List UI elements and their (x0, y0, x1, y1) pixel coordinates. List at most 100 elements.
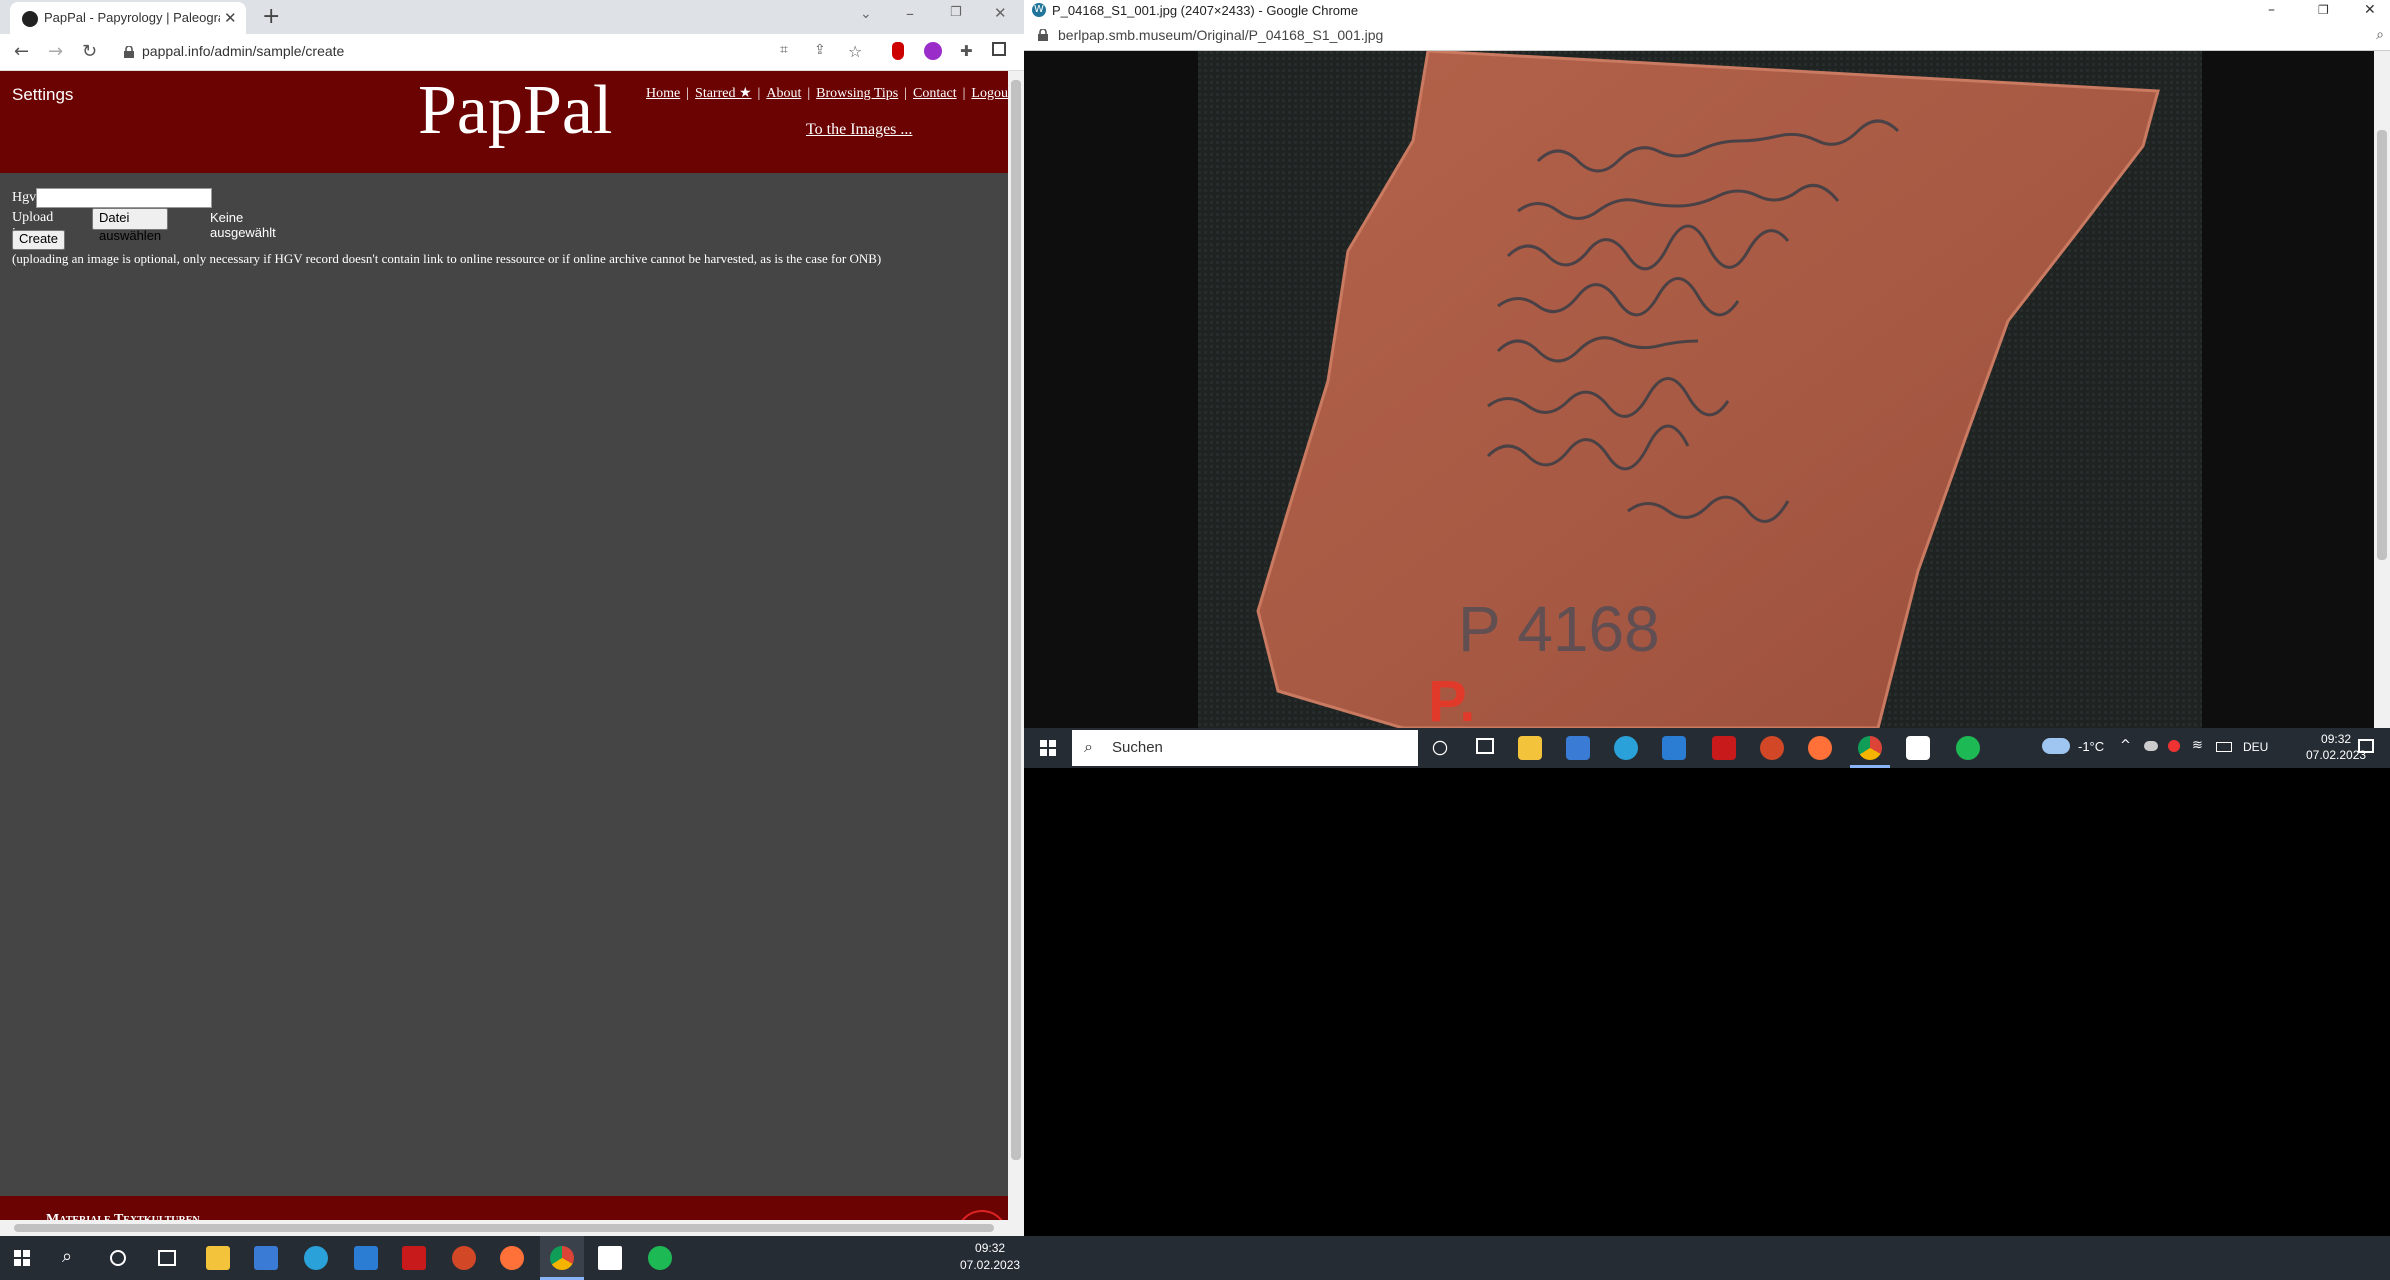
file-explorer-icon[interactable] (206, 1246, 230, 1270)
windows-start-icon[interactable] (1040, 740, 1056, 756)
secondary-taskbar: ⌕ Suchen -1°C ^ ≋ DEU 09:32 07.02.2023 (1024, 728, 2390, 768)
vertical-scroll-thumb[interactable] (2377, 130, 2387, 560)
translate-icon[interactable]: ⌗ (780, 42, 798, 60)
nav-separator: | (904, 86, 908, 101)
to-images-link[interactable]: To the Images ... (806, 121, 912, 139)
taskbar-search-box[interactable]: ⌕ Suchen (1072, 730, 1418, 766)
minimize-icon[interactable]: – (906, 4, 914, 23)
inscription-number: P 4168 (1458, 593, 1660, 665)
reload-icon[interactable]: ↻ (82, 41, 97, 62)
ostracon-image[interactable]: P 4168 P. (1198, 51, 2202, 728)
search-icon[interactable]: ⌕ (62, 1246, 72, 1267)
ostracon-drawing: P 4168 P. (1198, 51, 2202, 728)
edge-icon[interactable] (1614, 736, 1638, 760)
zoom-icon[interactable]: ⌕ (2376, 27, 2384, 43)
tab-title: PapPal - Papyrology | Paleograph (44, 10, 220, 25)
powerpoint-icon[interactable] (1760, 736, 1784, 760)
back-icon[interactable]: ← (14, 41, 29, 62)
nav-contact[interactable]: Contact (913, 86, 957, 101)
mail-icon[interactable] (354, 1246, 378, 1270)
spotify-icon[interactable] (648, 1246, 672, 1270)
notifications-icon[interactable] (2358, 739, 2374, 753)
horizontal-scroll-thumb[interactable] (14, 1224, 994, 1232)
onedrive-icon[interactable] (2144, 741, 2158, 751)
lock-icon (1038, 29, 1048, 41)
file-status-text: Keine ausgewählt (210, 210, 276, 240)
nav-separator: | (757, 86, 761, 101)
extension-red-icon[interactable] (892, 42, 904, 60)
nav-about[interactable]: About (766, 86, 801, 101)
tab-pappal[interactable]: PapPal - Papyrology | Paleograph ✕ (10, 2, 246, 34)
chrome-icon[interactable] (550, 1246, 574, 1270)
tab-search-icon[interactable]: ⌄ (860, 6, 872, 22)
create-button[interactable]: Create (12, 230, 66, 250)
windows-start-icon[interactable] (14, 1250, 30, 1266)
nav-logout[interactable]: Logou (971, 86, 1008, 101)
restore-icon[interactable]: ❐ (950, 5, 962, 20)
right-browser-window: W P_04168_S1_001.jpg (2407×2433) - Googl… (1024, 0, 2390, 728)
nav-separator: | (686, 86, 690, 101)
weather-cloud-icon[interactable] (2042, 738, 2070, 754)
task-view-icon[interactable] (158, 1250, 176, 1266)
upload-note: (uploading an image is optional, only ne… (12, 251, 882, 266)
edge-icon[interactable] (304, 1246, 328, 1270)
acrobat-icon[interactable] (1712, 736, 1736, 760)
powerpoint-icon[interactable] (452, 1246, 476, 1270)
extensions-puzzle-icon[interactable]: ✚ (960, 42, 978, 60)
file-explorer-icon[interactable] (1518, 736, 1542, 760)
address-bar[interactable]: pappal.info/admin/sample/create (110, 39, 730, 65)
close-window-icon[interactable]: ✕ (994, 4, 1007, 22)
wifi-icon[interactable]: ≋ (2192, 738, 2203, 753)
firefox-icon[interactable] (500, 1246, 524, 1270)
hgv-input[interactable] (36, 188, 212, 208)
weather-temp[interactable]: -1°C (2078, 739, 2104, 754)
restore-icon[interactable]: ❐ (2318, 3, 2329, 17)
search-icon: ⌕ (1084, 737, 1093, 756)
share-icon[interactable]: ⇪ (814, 42, 832, 60)
lock-icon (124, 46, 134, 58)
window-titlebar: W P_04168_S1_001.jpg (2407×2433) - Googl… (1024, 0, 2390, 22)
hgv-label: Hgv (12, 190, 37, 205)
language-indicator[interactable]: DEU (2243, 740, 2268, 754)
site-logo[interactable]: PapPal (418, 71, 612, 151)
notepad-app-icon[interactable] (1906, 736, 1930, 760)
nav-starred[interactable]: Starred ★ (695, 86, 751, 101)
battery-icon[interactable] (2216, 742, 2232, 752)
address-bar[interactable]: berlpap.smb.museum/Original/P_04168_S1_0… (1024, 22, 2390, 51)
left-browser-window: PapPal - Papyrology | Paleograph ✕ + ⌄ –… (0, 0, 1024, 1236)
window-title: P_04168_S1_001.jpg (2407×2433) - Google … (1052, 3, 1359, 18)
choose-file-button[interactable]: Datei auswählen (92, 208, 169, 243)
mail-icon[interactable] (1662, 736, 1686, 760)
nav-separator: | (962, 86, 966, 101)
clock[interactable]: 09:32 07.02.2023 (960, 1240, 1020, 1274)
store-icon[interactable] (254, 1246, 278, 1270)
tray-overflow-icon[interactable]: ^ (2120, 738, 2131, 753)
tab-close-icon[interactable]: ✕ (224, 9, 237, 27)
new-tab-button[interactable]: + (262, 4, 280, 29)
task-view-icon[interactable] (1476, 738, 1494, 754)
nav-browsing-tips[interactable]: Browsing Tips (816, 86, 898, 101)
clock-time: 09:32 (975, 1241, 1006, 1255)
spotify-icon[interactable] (1956, 736, 1980, 760)
minimize-icon[interactable]: – (2268, 2, 2275, 18)
chrome-icon[interactable] (1858, 736, 1882, 760)
firefox-icon[interactable] (1808, 736, 1832, 760)
acrobat-icon[interactable] (402, 1246, 426, 1270)
store-icon[interactable] (1566, 736, 1590, 760)
forward-icon[interactable]: → (48, 41, 63, 62)
side-panel-icon[interactable] (992, 42, 1006, 56)
notepad-app-icon[interactable] (598, 1246, 622, 1270)
main-nav: Home | Starred ★ | About | Browsing Tips | Conta… (646, 85, 1008, 102)
tray-red-icon[interactable] (2168, 740, 2180, 752)
vertical-scroll-thumb[interactable] (1011, 80, 1021, 1160)
red-stamp: P. (1428, 669, 1475, 728)
pappal-favicon-icon (22, 11, 38, 27)
cortana-icon[interactable] (1432, 740, 1448, 756)
nav-home[interactable]: Home (646, 86, 680, 101)
extension-purple-icon[interactable] (924, 42, 942, 60)
nav-separator: | (807, 86, 811, 101)
settings-link[interactable]: Settings (12, 85, 73, 105)
close-window-icon[interactable]: ✕ (2364, 2, 2376, 18)
cortana-icon[interactable] (110, 1250, 126, 1266)
